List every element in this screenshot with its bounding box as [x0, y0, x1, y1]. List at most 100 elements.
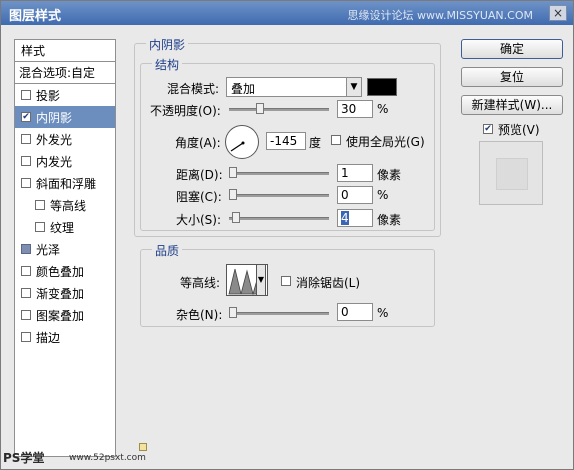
layer-style-dialog: 图层样式 思缘设计论坛 www.MISSYUAN.COM × 样式 混合选项:自… [0, 0, 574, 470]
inner-shadow-checkbox[interactable]: ✔ [21, 112, 31, 122]
ok-button[interactable]: 确定 [461, 39, 563, 59]
size-input[interactable]: 4 [337, 209, 373, 227]
blend-mode-value: 叠加 [231, 82, 256, 96]
opacity-input[interactable]: 30 [337, 100, 373, 118]
sidebar-item-stroke[interactable]: 描边 [15, 326, 115, 348]
size-slider[interactable] [229, 212, 329, 224]
distance-slider[interactable] [229, 167, 329, 179]
distance-input[interactable]: 1 [337, 164, 373, 182]
sidebar-item-contour[interactable]: 等高线 [15, 194, 115, 216]
contour-checkbox[interactable] [35, 200, 45, 210]
size-slider-thumb[interactable] [232, 212, 240, 223]
contour-dropdown-arrow-icon[interactable]: ▼ [256, 264, 266, 296]
blend-mode-select[interactable]: 叠加 ▼ [226, 77, 362, 97]
sidebar-item-inner-shadow[interactable]: ✔ 内阴影 [15, 106, 115, 128]
sidebar-item-label: 描边 [36, 330, 61, 345]
sidebar-item-pattern-overlay[interactable]: 图案叠加 [15, 304, 115, 326]
preview-label: 预览(V) [498, 123, 540, 137]
sidebar-item-label: 图案叠加 [36, 308, 85, 323]
styles-header[interactable]: 样式 [15, 40, 115, 62]
color-overlay-checkbox[interactable] [21, 266, 31, 276]
noise-slider-track [229, 312, 329, 315]
drop-shadow-checkbox[interactable] [21, 90, 31, 100]
opacity-slider-thumb[interactable] [256, 103, 264, 114]
outer-glow-checkbox[interactable] [21, 134, 31, 144]
global-light-label: 使用全局光(G) [346, 135, 425, 149]
angle-dial[interactable] [225, 125, 259, 159]
choke-unit: % [377, 188, 389, 202]
distance-label: 距离(D): [176, 168, 223, 182]
noise-slider-thumb[interactable] [229, 307, 237, 318]
dialog-title: 图层样式 [9, 9, 62, 24]
sidebar-item-outer-glow[interactable]: 外发光 [15, 128, 115, 150]
noise-input[interactable]: 0 [337, 303, 373, 321]
sidebar-item-gradient-overlay[interactable]: 渐变叠加 [15, 282, 115, 304]
distance-slider-track [229, 172, 329, 175]
sidebar-item-label: 等高线 [50, 198, 87, 213]
sidebar-item-satin[interactable]: 光泽 [15, 238, 115, 260]
shadow-color-swatch[interactable] [367, 78, 397, 96]
global-light-checkbox[interactable] [331, 135, 341, 145]
footer-url: www.52psxt.com [69, 453, 146, 463]
styles-sidebar: 样式 混合选项:自定 投影 ✔ 内阴影 外发光 内发光 斜面和浮雕 等高线 纹理 [14, 39, 116, 457]
pattern-overlay-checkbox[interactable] [21, 310, 31, 320]
watermark-text: 思缘设计论坛 www.MISSYUAN.COM [347, 9, 533, 22]
reset-button[interactable]: 复位 [461, 67, 563, 87]
satin-checkbox[interactable] [21, 244, 31, 254]
sidebar-item-label: 内发光 [36, 154, 73, 169]
style-preview [479, 141, 543, 205]
close-button[interactable]: × [549, 5, 567, 21]
texture-checkbox[interactable] [35, 222, 45, 232]
angle-unit: 度 [309, 136, 322, 150]
sidebar-item-label: 渐变叠加 [36, 286, 85, 301]
quality-title: 品质 [152, 242, 183, 259]
distance-unit: 像素 [377, 168, 402, 182]
chevron-down-icon: ▼ [346, 78, 361, 96]
size-label: 大小(S): [176, 213, 222, 227]
noise-label: 杂色(N): [176, 308, 223, 322]
size-value: 4 [341, 211, 349, 225]
new-style-button[interactable]: 新建样式(W)... [461, 95, 563, 115]
noise-slider[interactable] [229, 307, 329, 319]
size-unit: 像素 [377, 213, 402, 227]
footer-logo: PS学堂 [3, 451, 45, 465]
sidebar-item-bevel-emboss[interactable]: 斜面和浮雕 [15, 172, 115, 194]
preview-checkbox[interactable]: ✔ [483, 124, 493, 134]
sidebar-item-texture[interactable]: 纹理 [15, 216, 115, 238]
antialias-checkbox[interactable] [281, 276, 291, 286]
inner-shadow-title: 内阴影 [146, 36, 189, 53]
resize-corner-icon [139, 443, 147, 451]
size-slider-track [229, 217, 329, 220]
sidebar-item-label: 斜面和浮雕 [36, 176, 97, 191]
distance-slider-thumb[interactable] [229, 167, 237, 178]
angle-needle-icon [230, 141, 245, 152]
opacity-slider[interactable] [229, 103, 329, 115]
stroke-checkbox[interactable] [21, 332, 31, 342]
gradient-overlay-checkbox[interactable] [21, 288, 31, 298]
sidebar-item-color-overlay[interactable]: 颜色叠加 [15, 260, 115, 282]
opacity-slider-track [229, 108, 329, 111]
preview-swatch [496, 158, 528, 190]
inner-glow-checkbox[interactable] [21, 156, 31, 166]
structure-title: 结构 [152, 56, 183, 73]
angle-label: 角度(A): [175, 136, 221, 150]
sidebar-item-label: 内阴影 [36, 110, 73, 125]
noise-unit: % [377, 306, 389, 320]
angle-input[interactable]: -145 [266, 132, 306, 150]
bevel-emboss-checkbox[interactable] [21, 178, 31, 188]
contour-label: 等高线: [180, 276, 221, 290]
blending-options-item[interactable]: 混合选项:自定 [15, 62, 115, 84]
choke-label: 阻塞(C): [176, 190, 222, 204]
antialias-label: 消除锯齿(L) [296, 276, 361, 290]
sidebar-item-label: 投影 [36, 88, 61, 103]
choke-input[interactable]: 0 [337, 186, 373, 204]
sidebar-item-label: 纹理 [50, 220, 75, 235]
choke-slider-thumb[interactable] [229, 189, 237, 200]
blend-mode-label: 混合模式: [167, 82, 220, 96]
sidebar-item-drop-shadow[interactable]: 投影 [15, 84, 115, 106]
sidebar-item-label: 外发光 [36, 132, 73, 147]
choke-slider[interactable] [229, 189, 329, 201]
sidebar-item-inner-glow[interactable]: 内发光 [15, 150, 115, 172]
choke-slider-track [229, 194, 329, 197]
opacity-label: 不透明度(O): [150, 104, 221, 118]
